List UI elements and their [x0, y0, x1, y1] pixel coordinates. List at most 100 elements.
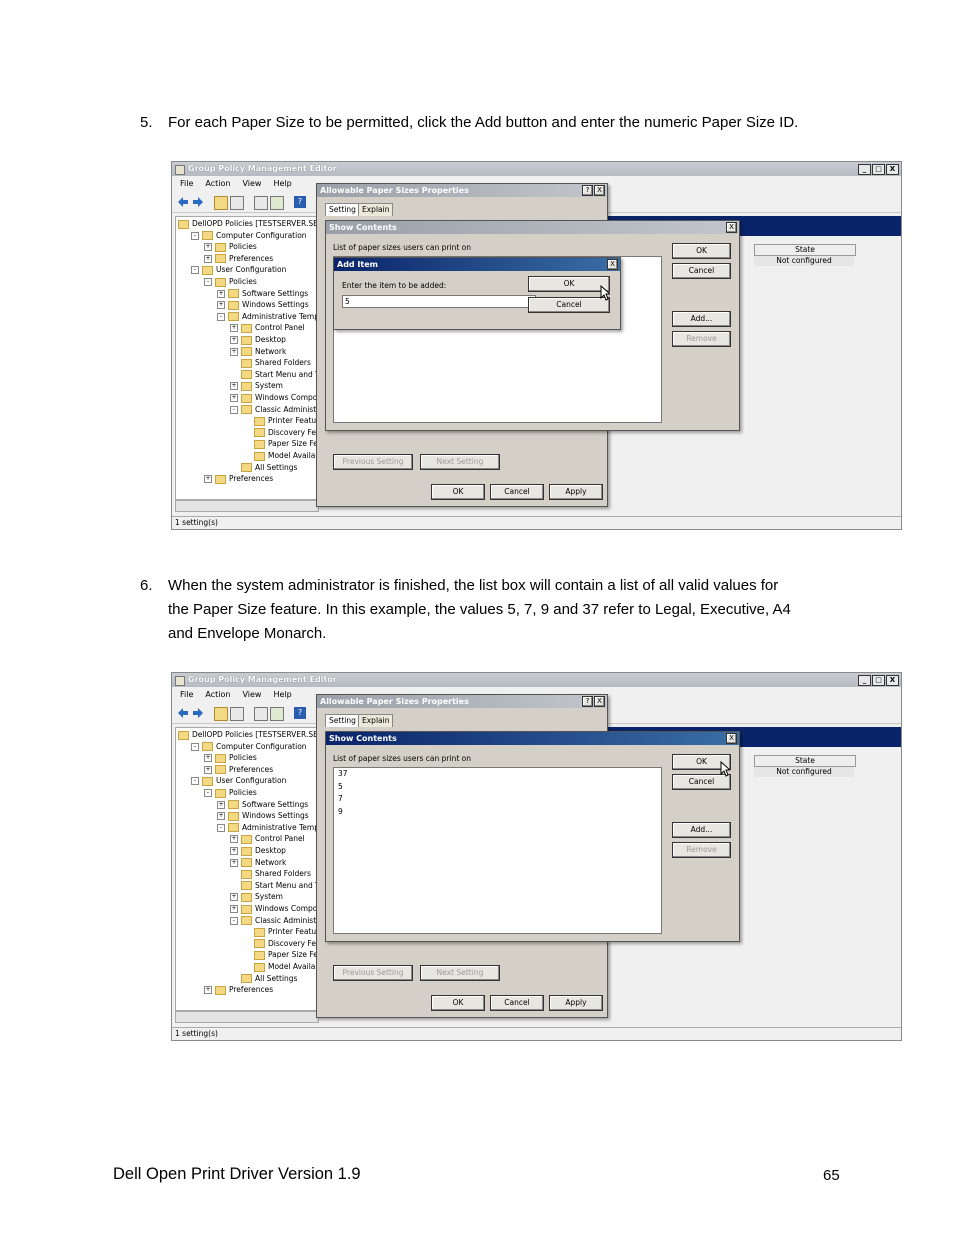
show-cancel-button[interactable]: Cancel	[672, 263, 731, 279]
menu-help[interactable]: Help	[273, 688, 291, 702]
tree-item[interactable]: - Classic Administrati	[230, 404, 318, 415]
maximize-button[interactable]: □	[872, 675, 885, 686]
tree-item[interactable]: + Desktop	[230, 334, 286, 345]
expand-icon[interactable]: +	[204, 475, 212, 484]
collapse-icon[interactable]: -	[217, 312, 225, 321]
tree-item[interactable]: + Preferences	[204, 764, 273, 775]
close-button[interactable]: X	[886, 164, 899, 175]
properties-ok-button[interactable]: OK	[431, 995, 485, 1011]
menu-file[interactable]: File	[180, 177, 193, 191]
collapse-icon[interactable]: -	[204, 789, 212, 797]
expand-icon[interactable]: +	[217, 289, 225, 298]
tree-item[interactable]: Printer Feature	[243, 415, 318, 426]
collapse-icon[interactable]: -	[191, 742, 199, 751]
tree-item[interactable]: - User Configuration	[191, 264, 286, 275]
properties-close-button[interactable]: X	[594, 185, 605, 196]
properties-close-button[interactable]: X	[594, 696, 605, 707]
add-item-input[interactable]: 5	[342, 295, 536, 308]
add-button[interactable]: Add...	[672, 822, 731, 838]
close-button[interactable]: X	[886, 675, 899, 686]
tree-item[interactable]: DellOPD Policies [TESTSERVER.SERV	[178, 218, 318, 229]
tree-item[interactable]: + Control Panel	[230, 322, 305, 333]
tree-item[interactable]: + Software Settings	[217, 799, 308, 810]
tab-setting[interactable]: Setting	[325, 714, 360, 727]
menu-file[interactable]: File	[180, 688, 193, 702]
properties-icon[interactable]	[254, 196, 268, 210]
column-state[interactable]: State	[754, 244, 856, 256]
tree-item[interactable]: All Settings	[230, 462, 297, 473]
show-ok-button[interactable]: OK	[672, 243, 731, 259]
menu-action[interactable]: Action	[205, 177, 230, 191]
tree-item[interactable]: Model Availabili	[243, 450, 318, 461]
expand-icon[interactable]: +	[230, 847, 238, 855]
tree-item[interactable]: - Administrative Template	[217, 822, 318, 833]
properties-icon[interactable]	[254, 707, 268, 721]
expand-icon[interactable]: +	[230, 347, 238, 356]
collapse-icon[interactable]: -	[217, 823, 225, 832]
tree-item[interactable]: Paper Size Feat	[243, 949, 318, 960]
add-button[interactable]: Add...	[672, 311, 731, 327]
tree-item[interactable]: + Windows Componer	[230, 903, 318, 914]
expand-icon[interactable]: +	[204, 754, 212, 763]
properties-cancel-button[interactable]: Cancel	[490, 995, 544, 1011]
expand-icon[interactable]: +	[230, 905, 238, 913]
tree-item[interactable]: + Control Panel	[230, 833, 305, 844]
expand-icon[interactable]: +	[230, 382, 238, 391]
show-hide-tree-icon[interactable]	[230, 707, 244, 721]
collapse-icon[interactable]: -	[230, 916, 238, 925]
tree-item[interactable]: Paper Size Feat	[243, 438, 318, 449]
tree-item[interactable]: Printer Feature	[243, 926, 318, 937]
add-item-close-button[interactable]: X	[607, 259, 618, 270]
minimize-button[interactable]: _	[858, 675, 871, 686]
properties-cancel-button[interactable]: Cancel	[490, 484, 544, 500]
menu-view[interactable]: View	[242, 688, 261, 702]
expand-icon[interactable]: +	[204, 765, 212, 774]
expand-icon[interactable]: +	[230, 893, 238, 902]
properties-apply-button[interactable]: Apply	[549, 484, 603, 500]
tree-item[interactable]: All Settings	[230, 973, 297, 984]
paper-size-listbox[interactable]: 37 5 7 9	[333, 767, 662, 934]
minimize-button[interactable]: _	[858, 164, 871, 175]
tree-item[interactable]: - Policies	[204, 787, 257, 798]
collapse-icon[interactable]: -	[230, 405, 238, 414]
tree-scrollbar[interactable]	[175, 1011, 319, 1023]
collapse-icon[interactable]: -	[191, 266, 199, 275]
help-icon[interactable]: ?	[294, 196, 306, 208]
collapse-icon[interactable]: -	[191, 231, 199, 240]
tree-item[interactable]: + System	[230, 380, 283, 391]
back-arrow-icon[interactable]	[177, 196, 189, 208]
show-contents-close-button[interactable]: X	[726, 222, 737, 233]
tree-item[interactable]: + Policies	[204, 241, 257, 252]
remove-button[interactable]: Remove	[672, 842, 731, 858]
tree-item[interactable]: + Network	[230, 857, 286, 868]
list-item[interactable]: 37	[334, 768, 661, 781]
menu-view[interactable]: View	[242, 177, 261, 191]
expand-icon[interactable]: +	[230, 324, 238, 333]
expand-icon[interactable]: +	[204, 254, 212, 263]
previous-setting-button[interactable]: Previous Setting	[333, 965, 413, 981]
tree-item[interactable]: - Computer Configuration	[191, 230, 307, 241]
up-folder-icon[interactable]	[214, 196, 228, 210]
back-arrow-icon[interactable]	[177, 707, 189, 719]
tree-item[interactable]: - Administrative Template	[217, 311, 318, 322]
tab-explain[interactable]: Explain	[358, 203, 394, 216]
next-setting-button[interactable]: Next Setting	[420, 454, 500, 470]
tree-item[interactable]: + Windows Componer	[230, 392, 318, 403]
properties-ok-button[interactable]: OK	[431, 484, 485, 500]
expand-icon[interactable]: +	[204, 243, 212, 252]
properties-apply-button[interactable]: Apply	[549, 995, 603, 1011]
tree-item[interactable]: - Policies	[204, 276, 257, 287]
previous-setting-button[interactable]: Previous Setting	[333, 454, 413, 470]
collapse-icon[interactable]: -	[191, 777, 199, 786]
tree-item[interactable]: Discovery Feat	[243, 427, 318, 438]
properties-help-button[interactable]: ?	[582, 185, 593, 196]
expand-icon[interactable]: +	[230, 394, 238, 402]
add-item-ok-button[interactable]: OK	[528, 276, 610, 292]
show-hide-tree-icon[interactable]	[230, 196, 244, 210]
maximize-button[interactable]: □	[872, 164, 885, 175]
tree-item[interactable]: Shared Folders	[230, 868, 311, 879]
tree-item[interactable]: + Network	[230, 346, 286, 357]
help-icon[interactable]: ?	[294, 707, 306, 719]
tree-item[interactable]: Discovery Feat	[243, 938, 318, 949]
list-item[interactable]: 9	[334, 806, 661, 819]
